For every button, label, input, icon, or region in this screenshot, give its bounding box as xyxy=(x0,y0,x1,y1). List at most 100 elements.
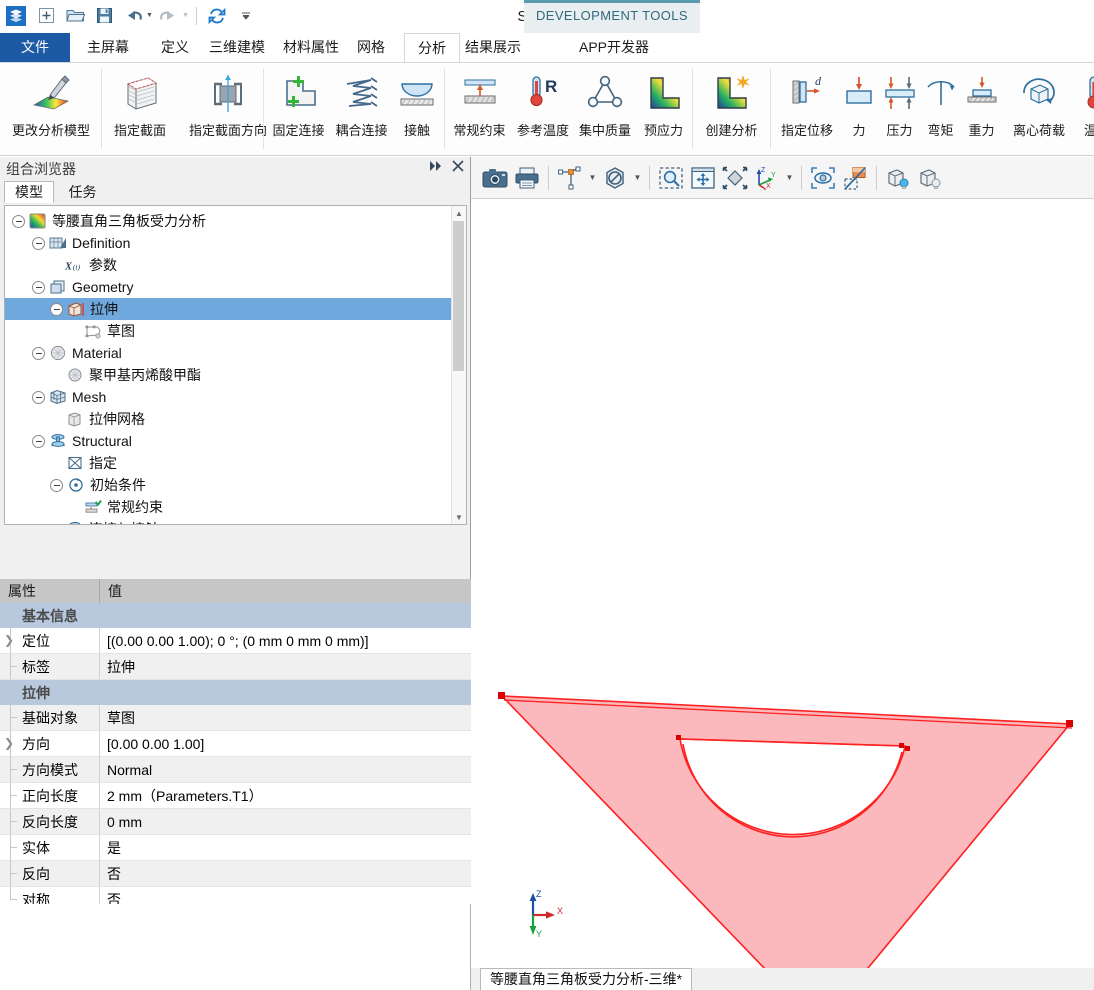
refresh-icon[interactable] xyxy=(204,3,230,28)
view-orientation-dropdown-icon[interactable]: ▼ xyxy=(783,173,796,182)
property-value[interactable]: [0.00 0.00 1.00] xyxy=(100,731,471,756)
tree-expander[interactable] xyxy=(31,236,46,251)
coupled-connection-button[interactable]: 耦合连接 xyxy=(330,63,393,139)
hide-dropdown-icon[interactable]: ▼ xyxy=(631,173,644,182)
temperature-button[interactable]: 温度 xyxy=(1076,63,1094,139)
view-orientation-icon[interactable]: ZYX xyxy=(751,162,783,194)
expand-direction-icon[interactable]: ❯ xyxy=(4,736,14,750)
property-row-direction-mode[interactable]: 方向模式 Normal xyxy=(0,757,471,783)
property-row-direction[interactable]: ❯ 方向 [0.00 0.00 1.00] xyxy=(0,731,471,757)
tree-expander[interactable] xyxy=(31,346,46,361)
light-left-icon[interactable] xyxy=(882,162,914,194)
show-all-icon[interactable] xyxy=(807,162,839,194)
redo-icon[interactable] xyxy=(156,3,182,28)
close-icon[interactable] xyxy=(452,160,464,174)
tab-task[interactable]: 任务 xyxy=(58,182,106,204)
viewport-3d[interactable]: Z X Y xyxy=(471,199,1094,968)
tree-item-assign[interactable]: 指定 xyxy=(5,452,452,474)
scroll-up-icon[interactable]: ▲ xyxy=(452,206,466,220)
undo-icon[interactable] xyxy=(120,3,146,28)
tree-item-parameters[interactable]: X (t) 参数 xyxy=(5,254,452,276)
pressure-button[interactable]: 压力 xyxy=(879,63,920,139)
tree-expander[interactable] xyxy=(31,390,46,405)
tab-file[interactable]: 文件 xyxy=(0,33,70,62)
property-value[interactable]: 草图 xyxy=(100,705,471,730)
expand-position-icon[interactable]: ❯ xyxy=(4,633,14,647)
tab-mesh[interactable]: 网格 xyxy=(344,33,398,62)
prestress-button[interactable]: 预应力 xyxy=(636,63,691,139)
property-row-reverse[interactable]: 反向 否 xyxy=(0,861,471,887)
property-value[interactable]: 0 mm xyxy=(100,809,471,834)
tree-expander[interactable] xyxy=(49,302,64,317)
property-value[interactable]: 是 xyxy=(100,835,471,860)
tab-define[interactable]: 定义 xyxy=(148,33,202,62)
model-geometry[interactable] xyxy=(471,199,1094,968)
auto-hide-icon[interactable] xyxy=(429,160,443,174)
tab-home[interactable]: 主屏幕 xyxy=(74,33,142,62)
moment-button[interactable]: 弯矩 xyxy=(920,63,961,139)
tree-item-extrude[interactable]: 拉伸 xyxy=(5,298,452,320)
tab-results[interactable]: 结果展示 xyxy=(452,33,534,62)
property-value[interactable]: 2 mm（Parameters.T1） xyxy=(100,783,471,808)
property-row-forward-length[interactable]: 正向长度 2 mm（Parameters.T1） xyxy=(0,783,471,809)
hide-icon[interactable] xyxy=(599,162,631,194)
tree-expander[interactable] xyxy=(49,478,64,493)
centrifugal-load-button[interactable]: 离心荷载 xyxy=(1002,63,1076,139)
open-folder-icon[interactable] xyxy=(62,3,88,28)
property-row-base-object[interactable]: 基础对象 草图 xyxy=(0,705,471,731)
tree-expander[interactable] xyxy=(31,280,46,295)
tree-item-material[interactable]: Material xyxy=(5,342,452,364)
contact-button[interactable]: 接触 xyxy=(393,63,441,139)
gravity-button[interactable]: 重力 xyxy=(961,63,1002,139)
new-icon[interactable] xyxy=(33,3,59,28)
snapshot-icon[interactable] xyxy=(479,162,511,194)
customize-qat-icon[interactable] xyxy=(233,3,259,28)
tree-item-structural[interactable]: Structural xyxy=(5,430,452,452)
document-tab[interactable]: 等腰直角三角板受力分析-三维* xyxy=(480,968,693,990)
zoom-extents-icon[interactable] xyxy=(719,162,751,194)
lumped-mass-button[interactable]: 集中质量 xyxy=(574,63,636,139)
change-analysis-model-button[interactable]: 更改分析模型 xyxy=(0,63,102,139)
undo-dropdown-icon[interactable]: ▼ xyxy=(146,12,153,19)
property-value[interactable]: Normal xyxy=(100,757,471,782)
tree-expander[interactable] xyxy=(11,214,26,229)
print-icon[interactable] xyxy=(511,162,543,194)
tab-material[interactable]: 材料属性 xyxy=(270,33,352,62)
app-logo-icon[interactable] xyxy=(2,3,30,28)
tree-item-definition[interactable]: Definition xyxy=(5,232,452,254)
tree-item-project[interactable]: 等腰直角三角板受力分析 xyxy=(5,210,452,232)
tab-app-developer[interactable]: APP开发器 xyxy=(566,33,662,62)
property-row-reverse-length[interactable]: 反向长度 0 mm xyxy=(0,809,471,835)
save-icon[interactable] xyxy=(91,3,117,28)
assign-section-direction-button[interactable]: 指定截面方向 xyxy=(176,63,280,139)
render-mode-icon[interactable] xyxy=(839,162,871,194)
light-right-icon[interactable] xyxy=(914,162,946,194)
prescribed-displacement-button[interactable]: d 指定位移 xyxy=(775,63,839,139)
tree-item-pmma[interactable]: 聚甲基丙烯酸甲酯 xyxy=(5,364,452,386)
tab-model[interactable]: 模型 xyxy=(4,181,54,203)
zoom-window-icon[interactable] xyxy=(655,162,687,194)
tree-item-connection-contact[interactable]: 连接与接触 xyxy=(5,518,452,524)
scroll-thumb[interactable] xyxy=(453,221,464,371)
property-value[interactable]: 拉伸 xyxy=(100,654,471,679)
model-tree[interactable]: 等腰直角三角板受力分析 Definition X (t) 参数 Geometry… xyxy=(4,205,467,525)
fixed-connection-button[interactable]: 固定连接 xyxy=(267,63,330,139)
tree-item-initial-condition[interactable]: 初始条件 xyxy=(5,474,452,496)
property-value[interactable]: 否 xyxy=(100,861,471,886)
reference-temperature-button[interactable]: R 参考温度 xyxy=(512,63,574,139)
tree-item-geometry[interactable]: Geometry xyxy=(5,276,452,298)
assign-section-button[interactable]: 指定截面 xyxy=(104,63,176,139)
model-tree-scrollbar[interactable]: ▲ ▼ xyxy=(451,206,466,524)
tree-item-sketch[interactable]: 草图 xyxy=(5,320,452,342)
tree-expander[interactable] xyxy=(31,434,46,449)
tree-item-mesh[interactable]: Mesh xyxy=(5,386,452,408)
property-row-position[interactable]: ❯ 定位 [(0.00 0.00 1.00); 0 °; (0 mm 0 mm … xyxy=(0,628,471,654)
property-row-label[interactable]: 标签 拉伸 xyxy=(0,654,471,680)
tab-3d-modeling[interactable]: 三维建模 xyxy=(196,33,278,62)
redo-dropdown-icon[interactable]: ▼ xyxy=(182,12,189,19)
general-constraint-button[interactable]: 常规约束 xyxy=(447,63,512,139)
property-value[interactable]: [(0.00 0.00 1.00); 0 °; (0 mm 0 mm 0 mm)… xyxy=(100,628,471,653)
tree-item-general-constraint[interactable]: 常规约束 xyxy=(5,496,452,518)
measure-icon[interactable] xyxy=(554,162,586,194)
create-analysis-button[interactable]: 创建分析 xyxy=(695,63,768,139)
